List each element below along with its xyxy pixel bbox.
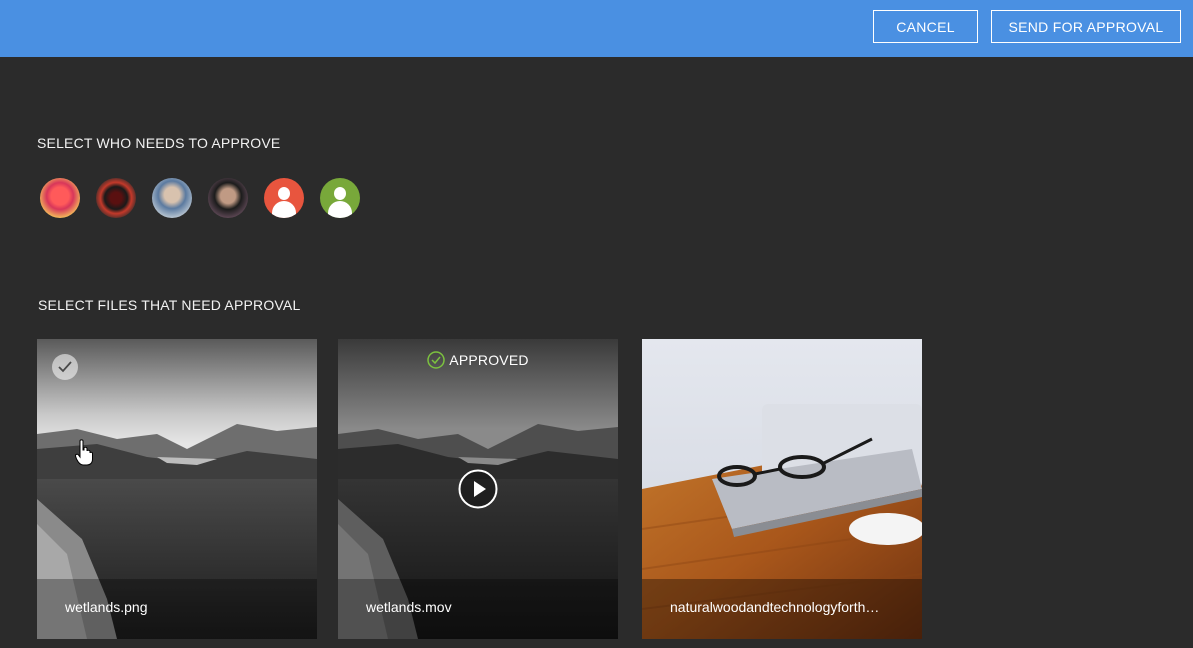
file-thumbnail — [37, 339, 317, 639]
file-thumbnail — [642, 339, 922, 639]
approver-avatar[interactable] — [152, 178, 192, 218]
approver-avatar[interactable] — [208, 178, 248, 218]
files-section-title: SELECT FILES THAT NEED APPROVAL — [38, 297, 301, 313]
person-icon — [278, 187, 290, 200]
approver-avatar-placeholder[interactable] — [320, 178, 360, 218]
hand-cursor-icon — [75, 439, 93, 466]
approver-avatar[interactable] — [96, 178, 136, 218]
play-icon[interactable] — [458, 469, 498, 509]
approved-label: APPROVED — [449, 352, 529, 368]
cancel-button[interactable]: CANCEL — [873, 10, 978, 43]
person-icon — [334, 187, 346, 200]
approver-avatar[interactable] — [40, 178, 80, 218]
approved-badge: APPROVED — [338, 351, 618, 369]
file-card[interactable]: wetlands.png — [37, 339, 317, 639]
file-card[interactable]: naturalwoodandtechnologyforth… — [642, 339, 922, 639]
approver-avatar-placeholder[interactable] — [264, 178, 304, 218]
file-card[interactable]: APPROVED wetlands.mov — [338, 339, 618, 639]
select-check-icon[interactable] — [52, 354, 78, 380]
person-icon-body — [328, 201, 352, 218]
file-name: naturalwoodandtechnologyforth… — [670, 599, 880, 615]
approved-check-icon — [427, 351, 446, 369]
file-name: wetlands.mov — [366, 599, 452, 615]
file-name: wetlands.png — [65, 599, 148, 615]
approvers-section-title: SELECT WHO NEEDS TO APPROVE — [37, 135, 281, 151]
top-bar: CANCEL SEND FOR APPROVAL — [0, 0, 1193, 57]
send-for-approval-button[interactable]: SEND FOR APPROVAL — [991, 10, 1181, 43]
person-icon-body — [272, 201, 296, 218]
approver-avatar-list — [40, 178, 376, 218]
